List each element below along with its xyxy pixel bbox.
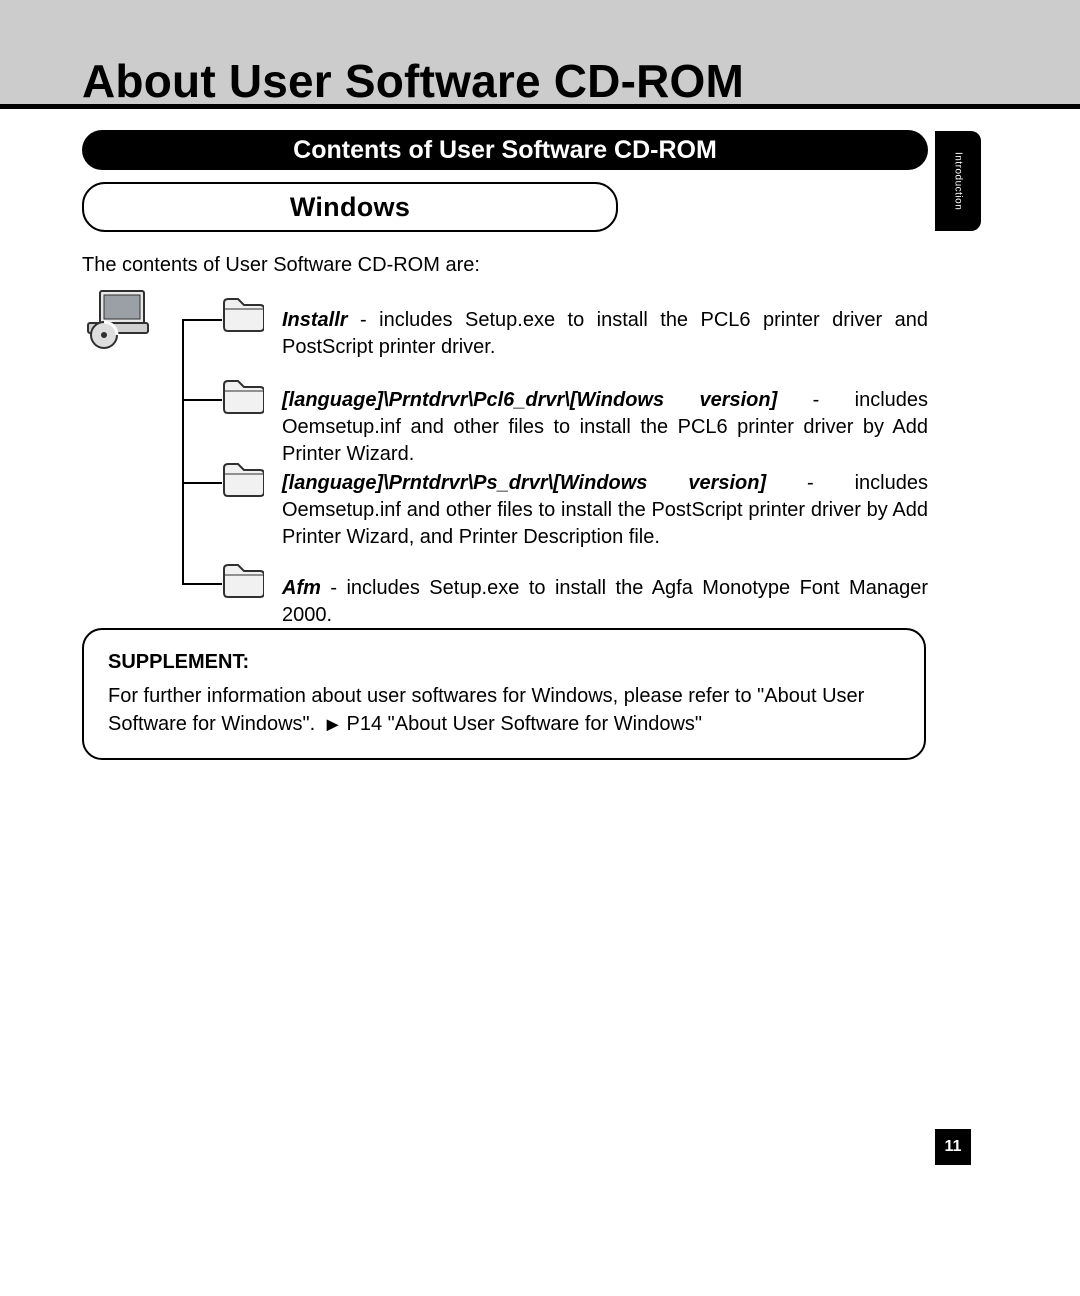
section-heading: Contents of User Software CD-ROM (293, 136, 717, 165)
arrow-icon: ► (323, 711, 343, 739)
folder-icon (220, 561, 264, 601)
content-column: Contents of User Software CD-ROM Windows… (82, 130, 928, 617)
tree-hline (182, 399, 222, 401)
tree-item-desc: [language]\Prntdrvr\Ps_drvr\[Windows ver… (282, 470, 928, 551)
tree-item-title: Installr (282, 309, 348, 331)
section-heading-bar: Contents of User Software CD-ROM (82, 130, 928, 170)
tree-hline (182, 482, 222, 484)
tree-item-title: Afm (282, 577, 321, 599)
supplement-box: SUPPLEMENT: For further information abou… (82, 628, 926, 760)
tree-vline (182, 319, 184, 584)
page-title: About User Software CD-ROM (82, 54, 744, 108)
side-tab-label: Introduction (953, 152, 964, 210)
tree-hline (182, 319, 222, 321)
tree: Installr - includes Setup.exe to install… (82, 287, 928, 617)
folder-icon (220, 377, 264, 417)
tree-item-desc: Afm - includes Setup.exe to install the … (282, 575, 928, 629)
cd-icon (82, 287, 154, 351)
supplement-link: P14 "About User Software for Windows" (347, 713, 702, 735)
page-number-badge: 11 (935, 1129, 971, 1165)
subsection-pill: Windows (82, 182, 618, 232)
intro-text: The contents of User Software CD-ROM are… (82, 254, 928, 277)
folder-icon (220, 295, 264, 335)
tree-hline (182, 583, 222, 585)
section-side-tab: Introduction (935, 131, 981, 231)
tree-item-desc: [language]\Prntdrvr\Pcl6_drvr\[Windows v… (282, 387, 928, 468)
page-number: 11 (945, 1138, 962, 1156)
tree-item-title: [language]\Prntdrvr\Pcl6_drvr\[Windows v… (282, 389, 777, 411)
subsection-heading: Windows (290, 192, 410, 223)
tree-item-desc: Installr - includes Setup.exe to install… (282, 307, 928, 361)
tree-item-rest: - includes Setup.exe to install the Agfa… (282, 577, 928, 626)
tree-item-title: [language]\Prntdrvr\Ps_drvr\[Windows ver… (282, 472, 766, 494)
tree-item-rest: - includes Setup.exe to install the PCL6… (282, 309, 928, 358)
folder-icon (220, 460, 264, 500)
supplement-body: For further information about user softw… (108, 682, 900, 738)
supplement-label: SUPPLEMENT: (108, 648, 900, 676)
